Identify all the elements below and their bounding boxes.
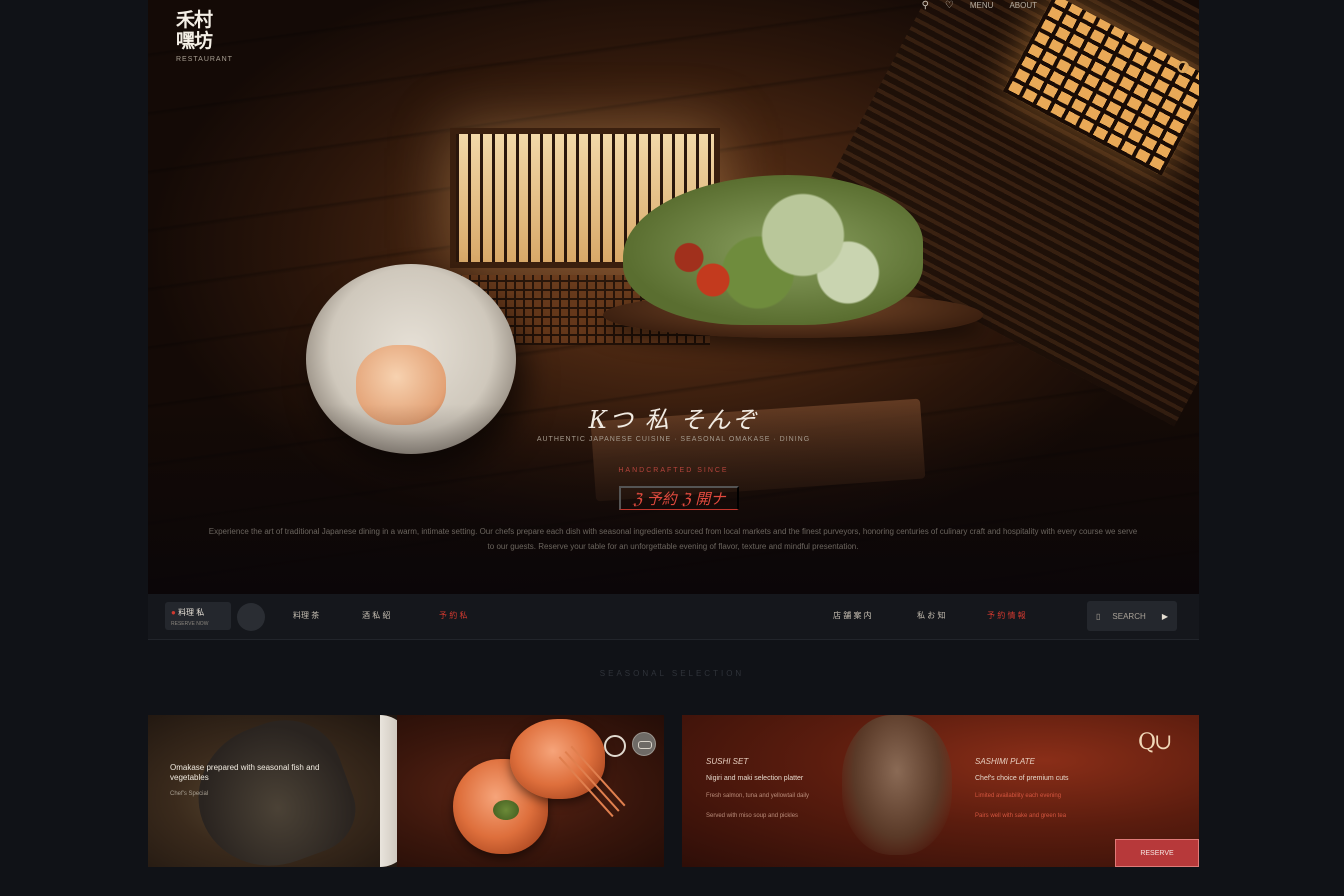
emblem-logo: Q∪ [1138, 730, 1172, 755]
search-icon[interactable]: ⚲ [922, 0, 929, 11]
hero-description: Experience the art of traditional Japane… [208, 527, 1138, 551]
nav-link-5[interactable]: 私 お 知 [917, 610, 945, 621]
brand-subtitle: RESTAURANT [176, 56, 233, 63]
chat-icon[interactable] [632, 732, 656, 756]
card-left-text: Omakase prepared with seasonal fish and … [170, 763, 360, 797]
search-box[interactable]: ▯ SEARCH ▶ [1087, 601, 1177, 631]
menu-column-2: SASHIMI PLATE Chef's choice of premium c… [975, 757, 1185, 822]
col2-heading: SASHIMI PLATE [975, 757, 1035, 766]
nav-link-4[interactable]: 店 舗 案 内 [833, 610, 872, 621]
ring-icon [604, 735, 626, 757]
salmon-piece [510, 719, 605, 799]
hero-title: Кつ 私 そんぞ [588, 406, 759, 434]
herb-garnish [493, 800, 519, 820]
search-label: SEARCH [1112, 611, 1146, 621]
avatar-button[interactable] [237, 603, 265, 631]
heart-icon[interactable]: ♡ [945, 0, 954, 11]
top-nav: ⚲ ♡ MENU ABOUT [922, 0, 1037, 11]
play-arrow-icon[interactable]: ▶ [1162, 612, 1168, 621]
hero-banner: 禾村 嘿坊 RESTAURANT ⚲ ♡ MENU ABOUT Кつ 私 そんぞ… [148, 0, 1199, 594]
reserve-button[interactable]: RESERVE [1115, 839, 1199, 867]
badge-subtitle: RESERVE NOW [171, 621, 209, 627]
page: 禾村 嘿坊 RESTAURANT ⚲ ♡ MENU ABOUT Кつ 私 そんぞ… [0, 0, 1344, 896]
badge-title: 料理 私 [178, 608, 205, 617]
card-menu-sets[interactable]: SUSHI SET Nigiri and maki selection plat… [682, 715, 1199, 867]
col2-line-2: Pairs well with sake and green tea [975, 813, 1067, 819]
hero-subtitle: AUTHENTIC JAPANESE CUISINE · SEASONAL OM… [536, 436, 811, 443]
card-left-caption: Chef's Special [170, 791, 209, 797]
menu-column-1: SUSHI SET Nigiri and maki selection plat… [706, 757, 916, 822]
top-nav-link-menu[interactable]: MENU [970, 1, 994, 10]
brand-logo[interactable]: 禾村 嘿坊 [176, 10, 226, 52]
hero-reserve-button[interactable]: ℨ 予約 ℨ 開ナ [619, 486, 739, 510]
col2-subtitle: Chef's choice of premium cuts [975, 775, 1069, 782]
red-dot-icon: ● [171, 608, 179, 617]
nav-link-3-active[interactable]: 予 約 私 [439, 610, 467, 621]
top-nav-link-about[interactable]: ABOUT [1009, 1, 1037, 10]
col2-line-1: Limited availability each evening [975, 793, 1062, 799]
card-chef-special[interactable]: Omakase prepared with seasonal fish and … [148, 715, 664, 867]
col1-line-2: Served with miso soup and pickles [706, 813, 799, 819]
nav-link-1[interactable]: 料理 茶 [293, 610, 319, 621]
brand[interactable]: 禾村 嘿坊 RESTAURANT [176, 10, 233, 64]
hero-tagline: HANDCRAFTED SINCE [618, 467, 729, 474]
nav-link-6-active[interactable]: 予 約 情 報 [987, 610, 1026, 621]
ring-icon[interactable] [1177, 61, 1189, 73]
col1-subtitle: Nigiri and maki selection platter [706, 775, 804, 782]
card-left-title: Omakase prepared with seasonal fish and … [170, 763, 320, 782]
nav-link-2[interactable]: 酒 私 紹 [362, 610, 390, 621]
section-heading: SEASONAL SELECTION [599, 669, 745, 678]
reserve-badge[interactable]: ● 料理 私 RESERVE NOW [165, 602, 231, 630]
calendar-icon: ▯ [1096, 611, 1101, 621]
main-navbar: ● 料理 私 RESERVE NOW 料理 茶 酒 私 紹 予 約 私 店 舗 … [148, 594, 1199, 640]
col1-line-1: Fresh salmon, tuna and yellowtail daily [706, 793, 810, 799]
col1-heading: SUSHI SET [706, 757, 749, 766]
